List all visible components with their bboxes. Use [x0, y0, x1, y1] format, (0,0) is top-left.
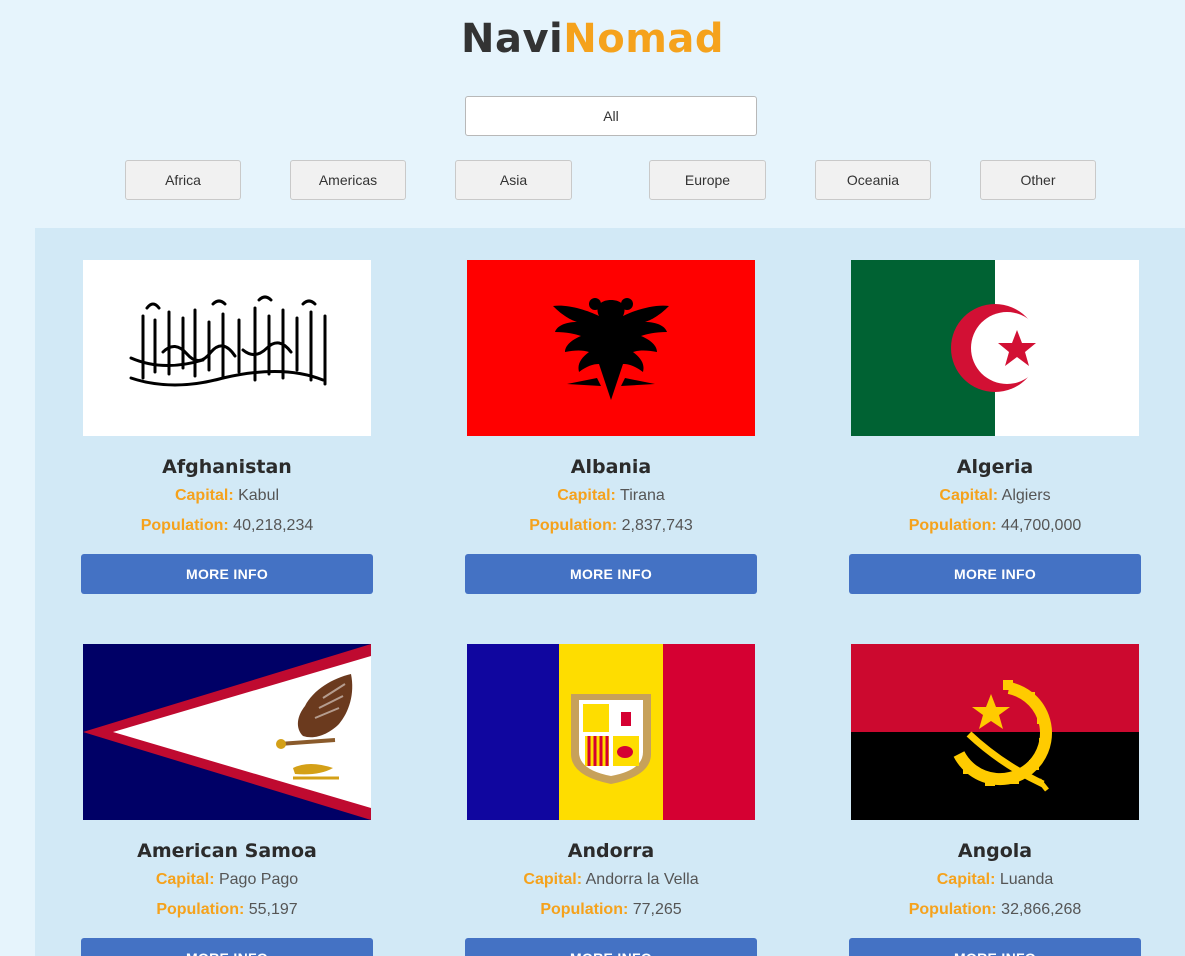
- population-line: Population: 44,700,000: [849, 517, 1141, 535]
- more-info-button[interactable]: MORE INFO: [849, 554, 1141, 594]
- capital-label: Capital:: [936, 871, 996, 888]
- population-value: 40,218,234: [233, 517, 314, 534]
- filter-oceania-button[interactable]: Oceania: [815, 160, 931, 200]
- population-line: Population: 32,866,268: [849, 901, 1141, 919]
- capital-value: Andorra la Vella: [585, 871, 699, 888]
- country-name: Andorra: [567, 840, 655, 862]
- population-value: 77,265: [632, 901, 682, 918]
- population-label: Population:: [908, 517, 997, 534]
- population-label: Population:: [140, 517, 229, 534]
- country-name: Algeria: [956, 456, 1034, 478]
- capital-line: Capital: Algiers: [849, 487, 1141, 505]
- capital-value: Kabul: [238, 487, 280, 504]
- filter-americas-button[interactable]: Americas: [290, 160, 406, 200]
- capital-line: Capital: Kabul: [81, 487, 373, 505]
- population-line: Population: 55,197: [81, 901, 373, 919]
- capital-label: Capital:: [174, 487, 234, 504]
- population-line: Population: 77,265: [465, 901, 757, 919]
- capital-label: Capital:: [523, 871, 583, 888]
- andorra-flag-icon: [467, 644, 755, 820]
- capital-value: Luanda: [999, 871, 1054, 888]
- filter-europe-button[interactable]: Europe: [649, 160, 766, 200]
- more-info-button[interactable]: MORE INFO: [849, 938, 1141, 956]
- population-line: Population: 40,218,234: [81, 517, 373, 535]
- country-name: Albania: [570, 456, 652, 478]
- population-line: Population: 2,837,743: [465, 517, 757, 535]
- capital-line: Capital: Luanda: [849, 871, 1141, 889]
- population-label: Population:: [908, 901, 997, 918]
- country-name: Angola: [957, 840, 1033, 862]
- population-value: 55,197: [248, 901, 298, 918]
- capital-value: Algiers: [1001, 487, 1051, 504]
- country-grid: Afghanistan Capital: Kabul Population: 4…: [35, 228, 1185, 956]
- more-info-button[interactable]: MORE INFO: [465, 938, 757, 956]
- population-value: 32,866,268: [1001, 901, 1082, 918]
- logo-text-nomad: Nomad: [563, 16, 725, 62]
- algeria-flag-icon: [851, 260, 1139, 436]
- american-samoa-flag-icon: [83, 644, 371, 820]
- capital-line: Capital: Pago Pago: [81, 871, 373, 889]
- capital-value: Tirana: [620, 487, 665, 504]
- afghanistan-flag-icon: [83, 260, 371, 436]
- filter-africa-button[interactable]: Africa: [125, 160, 241, 200]
- filter-other-button[interactable]: Other: [980, 160, 1096, 200]
- capital-label: Capital:: [155, 871, 215, 888]
- capital-line: Capital: Tirana: [465, 487, 757, 505]
- more-info-button[interactable]: MORE INFO: [81, 554, 373, 594]
- filter-all-button[interactable]: All: [465, 96, 757, 136]
- albania-flag-icon: [467, 260, 755, 436]
- population-label: Population:: [529, 517, 618, 534]
- population-label: Population:: [540, 901, 629, 918]
- more-info-button[interactable]: MORE INFO: [81, 938, 373, 956]
- population-label: Population:: [156, 901, 245, 918]
- angola-flag-icon: [851, 644, 1139, 820]
- capital-value: Pago Pago: [218, 871, 299, 888]
- population-value: 44,700,000: [1001, 517, 1082, 534]
- country-name: American Samoa: [137, 840, 317, 862]
- logo-text-navi: Navi: [460, 16, 564, 62]
- population-value: 2,837,743: [621, 517, 693, 534]
- capital-label: Capital:: [939, 487, 999, 504]
- capital-line: Capital: Andorra la Vella: [465, 871, 757, 889]
- country-name: Afghanistan: [162, 456, 292, 478]
- site-logo[interactable]: NaviNomad: [0, 16, 1185, 62]
- filter-asia-button[interactable]: Asia: [455, 160, 572, 200]
- capital-label: Capital:: [557, 487, 616, 504]
- more-info-button[interactable]: MORE INFO: [465, 554, 757, 594]
